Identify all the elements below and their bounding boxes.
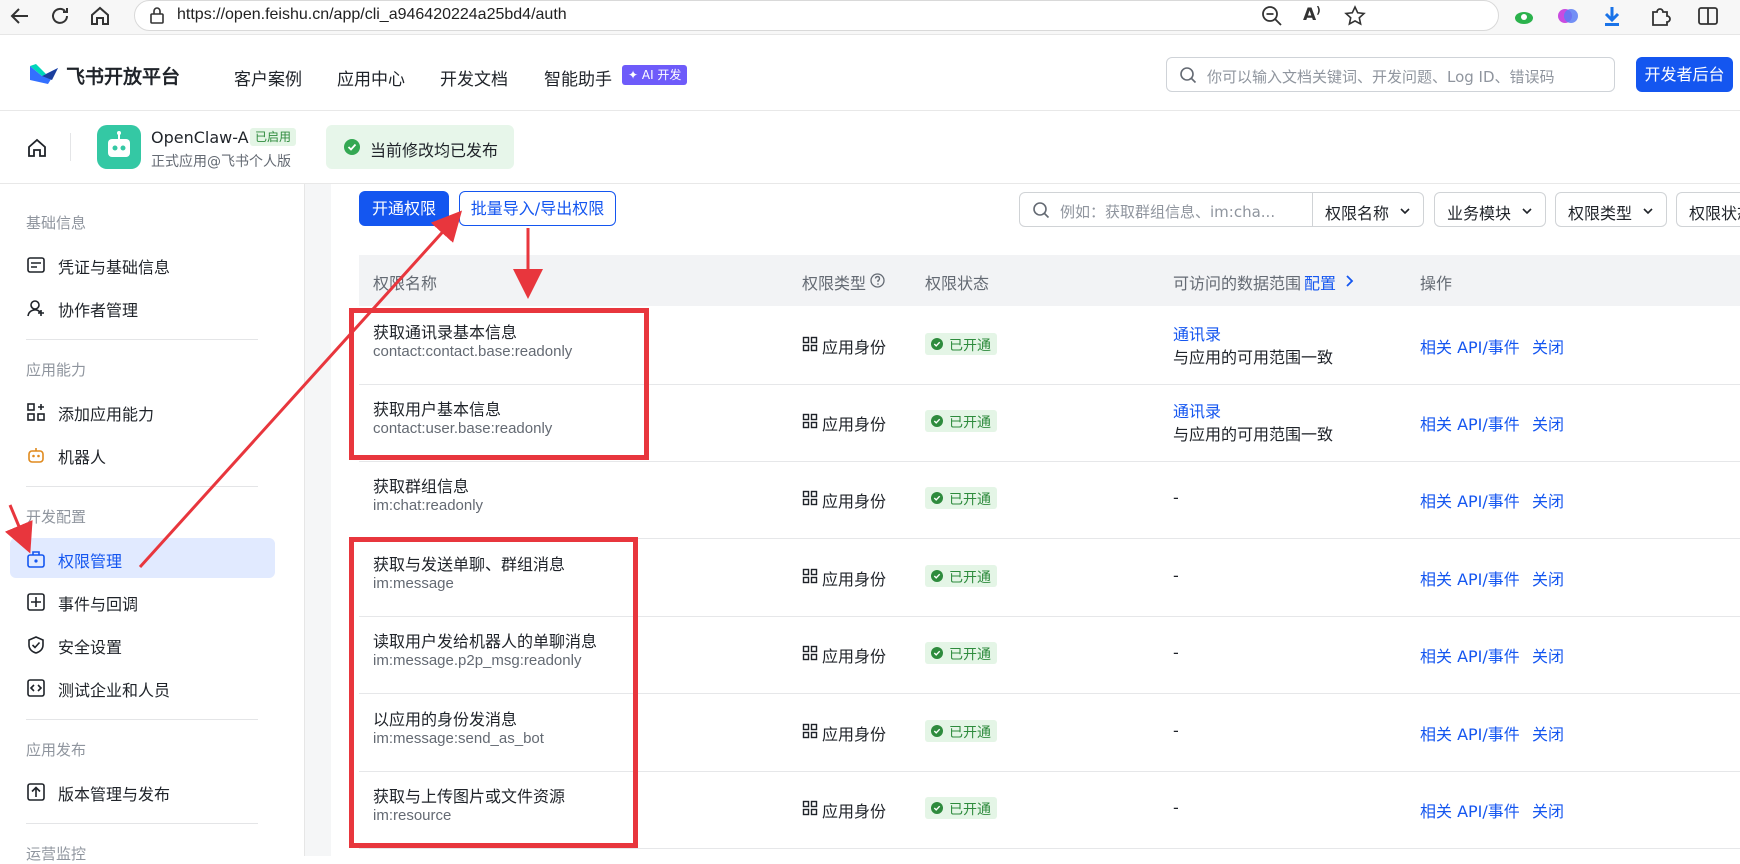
annotation-arrows xyxy=(4,210,543,569)
arrow-to-sidebar-item xyxy=(4,504,33,554)
arrow-to-batch-button xyxy=(138,210,463,569)
